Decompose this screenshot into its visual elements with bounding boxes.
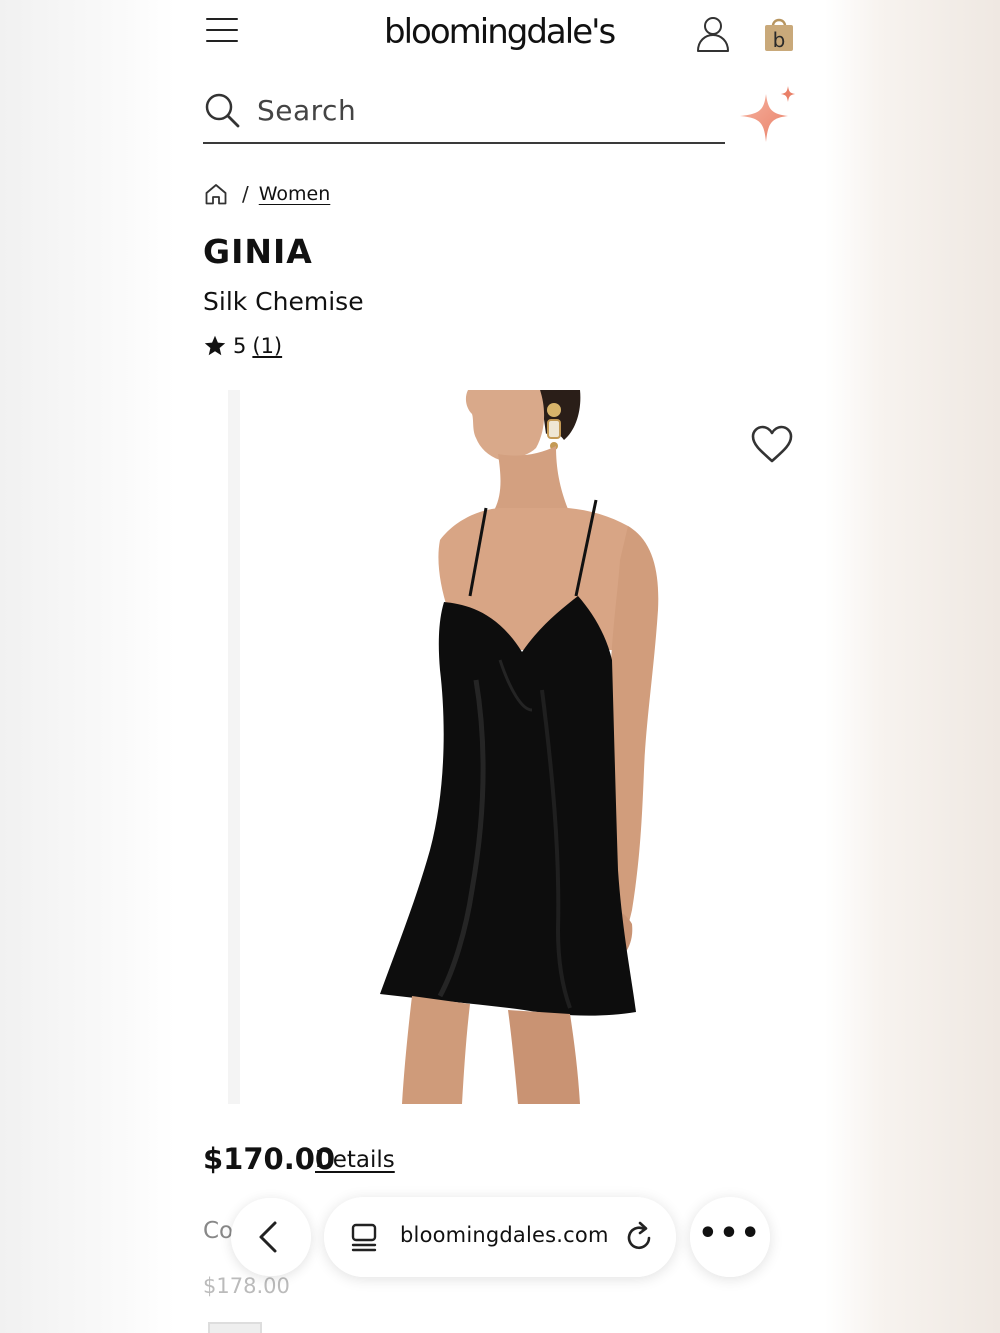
browser-address-bar[interactable]: bloomingdales.com xyxy=(324,1197,676,1277)
details-link[interactable]: Details xyxy=(315,1147,395,1173)
review-count-link[interactable]: (1) xyxy=(252,334,282,358)
heart-icon[interactable] xyxy=(750,424,794,464)
search-icon[interactable] xyxy=(204,92,240,128)
shopping-bag-icon[interactable]: b xyxy=(762,14,796,52)
bag-letter: b xyxy=(773,28,786,52)
product-photo[interactable] xyxy=(240,390,812,1104)
product-title: Silk Chemise xyxy=(203,287,364,316)
breadcrumb-separator: / xyxy=(242,182,249,206)
color-label: Co xyxy=(203,1218,234,1244)
breadcrumb-women-link[interactable]: Women xyxy=(259,183,331,205)
site-logo[interactable]: bloomingdale's xyxy=(384,12,616,52)
mobile-viewport: bloomingdale's b / xyxy=(176,0,825,1333)
product-rating[interactable]: 5 (1) xyxy=(203,334,282,358)
account-icon[interactable] xyxy=(696,15,730,53)
rating-value: 5 xyxy=(233,334,247,358)
star-icon xyxy=(204,335,226,356)
brand-name[interactable]: GINIA xyxy=(203,232,313,271)
home-icon[interactable] xyxy=(204,182,228,206)
back-icon xyxy=(259,1221,277,1253)
browser-back-button[interactable] xyxy=(231,1198,311,1276)
product-image-carousel[interactable] xyxy=(228,390,812,1104)
sparkle-icon[interactable] xyxy=(738,84,800,146)
search-input[interactable] xyxy=(257,88,697,132)
tabs-icon[interactable] xyxy=(348,1221,380,1253)
color-swatch[interactable] xyxy=(208,1322,262,1333)
more-icon[interactable]: ••• xyxy=(690,1197,770,1277)
browser-url[interactable]: bloomingdales.com xyxy=(400,1223,609,1247)
search-bar[interactable] xyxy=(203,86,725,144)
breadcrumb: / Women xyxy=(204,178,330,210)
menu-icon[interactable] xyxy=(206,18,238,42)
reload-icon[interactable] xyxy=(624,1221,656,1253)
previous-price: $178.00 xyxy=(203,1274,290,1298)
